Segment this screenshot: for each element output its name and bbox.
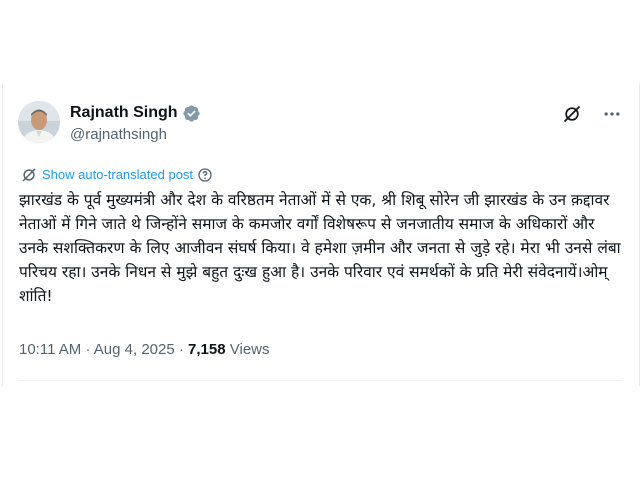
meta-separator: · <box>85 341 91 358</box>
views-count[interactable]: 7,158 <box>188 341 226 358</box>
views-label: Views <box>229 341 270 358</box>
more-icon[interactable] <box>602 104 622 129</box>
grok-slash-icon[interactable] <box>562 104 582 129</box>
meta-separator: · <box>178 341 184 358</box>
verified-badge-icon[interactable] <box>182 104 201 123</box>
post-meta: 10:11 AM · Aug 4, 2025 · 7,158 Views <box>19 340 270 360</box>
avatar-image <box>18 101 60 143</box>
post-date[interactable]: Aug 4, 2025 <box>94 341 175 358</box>
author-name[interactable]: Rajnath Singh <box>70 103 201 123</box>
author-name-text[interactable]: Rajnath Singh <box>70 103 178 123</box>
header-actions <box>562 104 622 129</box>
avatar[interactable] <box>18 101 60 143</box>
show-translation-link[interactable]: Show auto-translated post <box>20 166 213 184</box>
post-time[interactable]: 10:11 AM <box>19 341 81 358</box>
show-translation-label[interactable]: Show auto-translated post <box>42 167 193 183</box>
help-icon[interactable] <box>197 167 213 183</box>
author-handle[interactable]: @rajnathsingh <box>70 125 167 145</box>
divider <box>18 380 622 381</box>
translate-icon <box>22 168 36 182</box>
tweet-text: झारखंड के पूर्व मुख्यमंत्री और देश के वर… <box>19 191 621 305</box>
